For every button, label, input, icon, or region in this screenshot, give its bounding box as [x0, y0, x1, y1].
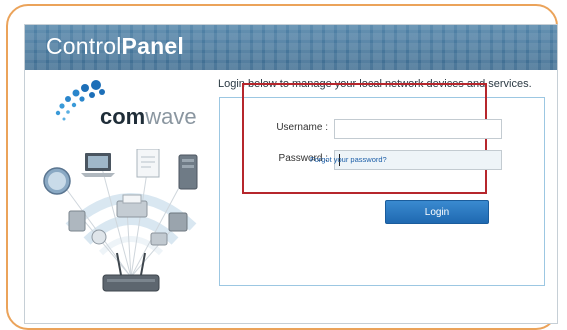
forgot-password-link[interactable]: Forgot your password?	[310, 155, 387, 164]
network-devices-illustration-icon	[43, 149, 198, 292]
username-label: Username :	[276, 122, 328, 133]
page-title: ControlPanel	[46, 33, 184, 60]
brand-name: comwave	[100, 104, 197, 130]
title-bold: Panel	[121, 33, 184, 59]
brand-name-bold: com	[100, 104, 146, 129]
brand-name-light: wave	[145, 104, 197, 129]
login-button[interactable]: Login	[385, 200, 489, 224]
brand-logo: comwave	[52, 79, 222, 139]
title-light: Control	[46, 33, 122, 59]
username-input[interactable]	[334, 119, 502, 139]
header-bar: ControlPanel	[25, 25, 557, 70]
